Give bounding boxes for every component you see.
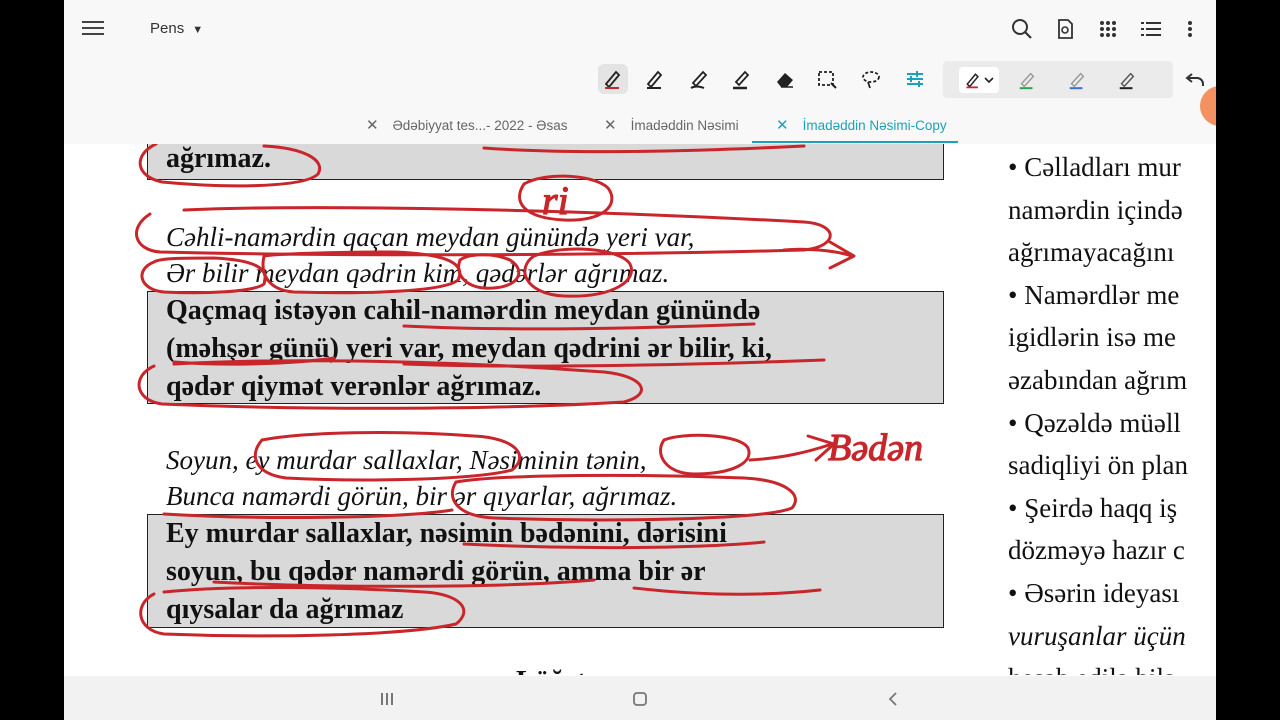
- mode-label: Pens: [150, 20, 185, 37]
- poem-line: Bunca namərdi görün, bir ər qıyarlar, ağ…: [166, 480, 678, 511]
- app-window: Pens ▼ ✕ Ədəbiyyat tes...- 2022 - Əsas ✕…: [64, 0, 1216, 720]
- explanation-box-1: Qaçmaq istəyən cahil-namərdin meydan gün…: [147, 291, 944, 404]
- pen-icon[interactable]: [640, 64, 670, 94]
- toolbar: Pens ▼ ✕ Ədəbiyyat tes...- 2022 - Əsas ✕…: [64, 0, 1216, 144]
- grid-icon[interactable]: [1094, 15, 1122, 43]
- page-search-icon[interactable]: [1051, 15, 1079, 43]
- poem-line: Soyun, ey murdar sallaxlar, Nəsiminin tə…: [166, 445, 647, 475]
- ink-arrow-2: [748, 434, 836, 462]
- tab-label: İmadəddin Nəsimi: [630, 117, 739, 133]
- brush-pen-icon[interactable]: [684, 64, 714, 94]
- note-line: • Namərdlər me: [1008, 279, 1180, 310]
- search-icon[interactable]: [1008, 15, 1036, 43]
- box-line: (məhşər günü) yeri var, meydan qədrini ə…: [166, 333, 772, 364]
- back-icon[interactable]: [882, 688, 904, 710]
- close-icon[interactable]: ✕: [366, 116, 379, 134]
- note-line: • Qəzəldə müəll: [1008, 407, 1181, 438]
- chevron-down-icon: ▼: [192, 24, 204, 36]
- note-line: sadiqliyi ön plan: [1008, 450, 1188, 481]
- right-column-notes: • Cəlladları mur namərdin içində ağrımay…: [1008, 146, 1216, 675]
- box-line: qədər qiymət verənlər ağrımaz.: [166, 371, 542, 402]
- pen-black-icon[interactable]: [1113, 66, 1141, 94]
- box-line: Qaçmaq istəyən cahil-namərdin meydan gün…: [166, 295, 761, 326]
- poem-stanza-2: Soyun, ey murdar sallaxlar, Nəsiminin tə…: [166, 443, 677, 514]
- note-line: ağrımayacağını: [1008, 237, 1175, 268]
- box-line: soyun, bu qədər namərdi görün, amma bir …: [166, 556, 706, 587]
- chevron-down-icon: [984, 77, 994, 84]
- poem-line: Cəhli-namərdin qaçan meydan günündə yeri…: [166, 222, 695, 252]
- tab-imadeddin-nesimi[interactable]: ✕ İmadəddin Nəsimi: [604, 114, 739, 136]
- tab-edebiyyat[interactable]: ✕ Ədəbiyyat tes...- 2022 - Əsas: [366, 114, 567, 136]
- ink-annotation-ri: ri: [542, 178, 569, 223]
- pen-green-icon[interactable]: [1013, 66, 1041, 94]
- box-line: Ey murdar sallaxlar, nəsimin bədənini, d…: [166, 518, 727, 549]
- close-icon[interactable]: ✕: [604, 116, 617, 134]
- tab-bar: ✕ Ədəbiyyat tes...- 2022 - Əsas ✕ İmadəddi…: [64, 104, 1216, 144]
- pen-palette: [943, 61, 1173, 98]
- document-page[interactable]: ağrımaz. Cəhli-namərdin qaçan meydan gün…: [64, 144, 1216, 675]
- close-icon[interactable]: ✕: [776, 116, 789, 134]
- note-line: • Cəlladları mur: [1008, 152, 1181, 182]
- note-line: dözməyə hazır c: [1008, 535, 1185, 566]
- current-pen-selector[interactable]: [959, 67, 999, 93]
- system-nav-bar: [64, 676, 1216, 720]
- tab-imadeddin-nesimi-copy[interactable]: ✕ İmadəddin Nəsimi-Copy: [776, 114, 947, 136]
- tab-label: Ədəbiyyat tes...- 2022 - Əsas: [392, 117, 568, 133]
- poem-line: Ər bilir meydan qədrin kim, qədərlər ağr…: [166, 257, 670, 288]
- explanation-box-0: ağrımaz.: [147, 144, 944, 180]
- note-line: əzabından ağrım: [1008, 364, 1188, 395]
- list-icon[interactable]: [1137, 15, 1165, 43]
- active-tab-indicator: [752, 141, 958, 143]
- mode-dropdown[interactable]: Pens ▼: [150, 20, 203, 37]
- pen-tool-active[interactable]: [598, 64, 628, 94]
- lasso-select-icon[interactable]: [812, 64, 842, 94]
- explanation-box-2: Ey murdar sallaxlar, nəsimin bədənini, d…: [147, 514, 944, 628]
- note-line: vuruşanlar üçün: [1008, 620, 1186, 651]
- menu-icon[interactable]: [82, 18, 104, 40]
- shape-icon[interactable]: [856, 64, 886, 94]
- note-line: • Əsərin ideyası: [1008, 577, 1180, 608]
- note-line: • Şeirdə haqq iş: [1008, 492, 1178, 523]
- ink-circle-ri: [518, 174, 614, 222]
- undo-icon[interactable]: [1181, 65, 1209, 93]
- tab-label: İmadəddin Nəsimi-Copy: [802, 117, 947, 133]
- highlighter-icon[interactable]: [726, 64, 756, 94]
- poem-stanza-1: Cəhli-namərdin qaçan meydan günündə yeri…: [166, 220, 694, 291]
- note-line: hesab edilə bilə: [1008, 657, 1216, 675]
- ink-annotation-beden: Bədən: [828, 427, 923, 469]
- box-line: qıysalar da ağrımaz: [166, 594, 404, 625]
- more-icon[interactable]: [1176, 15, 1204, 43]
- settings-sliders-icon[interactable]: [900, 64, 930, 94]
- recent-apps-icon[interactable]: [376, 688, 398, 710]
- eraser-icon[interactable]: [770, 64, 800, 94]
- ink-arrow-1: [782, 240, 856, 270]
- note-line: igidlərin isə me: [1008, 322, 1176, 353]
- pen-blue-icon[interactable]: [1063, 66, 1091, 94]
- box-line: ağrımaz.: [166, 144, 271, 174]
- note-line: namərdin içində: [1008, 194, 1183, 225]
- home-icon[interactable]: [629, 688, 651, 710]
- section-heading-partial: Lüğət: [516, 666, 586, 675]
